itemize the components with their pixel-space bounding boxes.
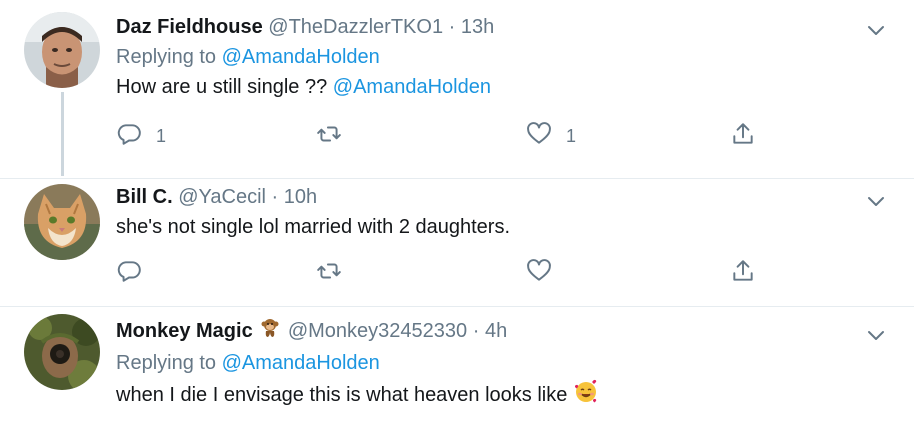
chevron-down-icon[interactable] [864, 18, 888, 42]
share-icon [730, 121, 756, 152]
share-icon [730, 258, 756, 289]
replying-to-label: Replying to [116, 46, 217, 68]
monkey-emoji [258, 315, 282, 348]
reply-button[interactable]: 1 [116, 120, 166, 152]
tweet-actions [116, 257, 796, 289]
tweet[interactable]: Monkey Magic @Monkey32452330 · 4h Replyi… [0, 306, 914, 430]
tweet-text-body: How are u still single ?? [116, 76, 328, 98]
heart-icon [526, 121, 552, 152]
separator-dot: · [472, 319, 480, 342]
share-button[interactable] [730, 257, 756, 289]
tweet-text-mention[interactable]: @AmandaHolden [333, 76, 491, 98]
tweet[interactable]: Bill C. @YaCecil · 10h she's not single … [0, 178, 914, 307]
tweet-header: Bill C. @YaCecil · 10h [116, 182, 854, 212]
tweet-text: she's not single lol married with 2 daug… [116, 212, 854, 242]
separator-dot: · [271, 186, 279, 208]
reply-button[interactable] [116, 257, 156, 289]
smiling-face-with-hearts-emoji [573, 378, 599, 413]
avatar[interactable] [24, 12, 100, 88]
tweet[interactable]: Daz Fieldhouse @TheDazzlerTKO1 · 13h Rep… [0, 0, 914, 178]
avatar[interactable] [24, 314, 100, 390]
reply-icon [116, 258, 142, 289]
reply-icon [116, 121, 142, 152]
retweet-button[interactable] [316, 257, 356, 289]
replying-to-mention[interactable]: @AmandaHolden [222, 46, 380, 68]
replying-to-mention[interactable]: @AmandaHolden [222, 352, 380, 374]
user-handle[interactable]: @TheDazzlerTKO1 [268, 16, 443, 38]
thread-line [61, 92, 64, 176]
tweet-text: when I die I envisage this is what heave… [116, 378, 854, 413]
tweet-text-body: when I die I envisage this is what heave… [116, 383, 568, 406]
retweet-button[interactable] [316, 120, 356, 152]
tweet-body: Daz Fieldhouse @TheDazzlerTKO1 · 13h Rep… [116, 12, 854, 102]
chevron-down-icon[interactable] [864, 189, 888, 213]
timestamp[interactable]: 13h [461, 16, 494, 38]
user-handle[interactable]: @Monkey32452330 [288, 320, 467, 342]
timestamp[interactable]: 4h [485, 320, 507, 342]
retweet-icon [316, 121, 342, 152]
tweet-body: Bill C. @YaCecil · 10h she's not single … [116, 182, 854, 242]
retweet-icon [316, 258, 342, 289]
separator-dot: · [448, 16, 456, 38]
like-count: 1 [566, 125, 577, 146]
display-name[interactable]: Daz Fieldhouse [116, 16, 263, 38]
chevron-down-icon[interactable] [864, 323, 888, 347]
tweet-header: Monkey Magic @Monkey32452330 · 4h [116, 315, 854, 348]
heart-icon [526, 258, 552, 289]
tweet-text: How are u still single ?? @AmandaHolden [116, 72, 854, 102]
display-name[interactable]: Monkey Magic [116, 320, 253, 342]
display-name[interactable]: Bill C. [116, 186, 173, 208]
user-handle[interactable]: @YaCecil [178, 186, 266, 208]
like-button[interactable]: 1 [526, 120, 576, 152]
share-button[interactable] [730, 120, 756, 152]
replying-to: Replying to @AmandaHolden [116, 348, 854, 378]
reply-count: 1 [156, 125, 167, 146]
replying-to-label: Replying to [116, 352, 217, 374]
like-button[interactable] [526, 257, 566, 289]
tweet-header: Daz Fieldhouse @TheDazzlerTKO1 · 13h [116, 12, 854, 42]
replying-to: Replying to @AmandaHolden [116, 42, 854, 72]
avatar[interactable] [24, 184, 100, 260]
tweet-body: Monkey Magic @Monkey32452330 · 4h Replyi… [116, 315, 854, 413]
timestamp[interactable]: 10h [284, 186, 317, 208]
tweet-text-body: she's not single lol married with 2 daug… [116, 216, 511, 238]
tweet-actions: 1 1 [116, 120, 796, 152]
